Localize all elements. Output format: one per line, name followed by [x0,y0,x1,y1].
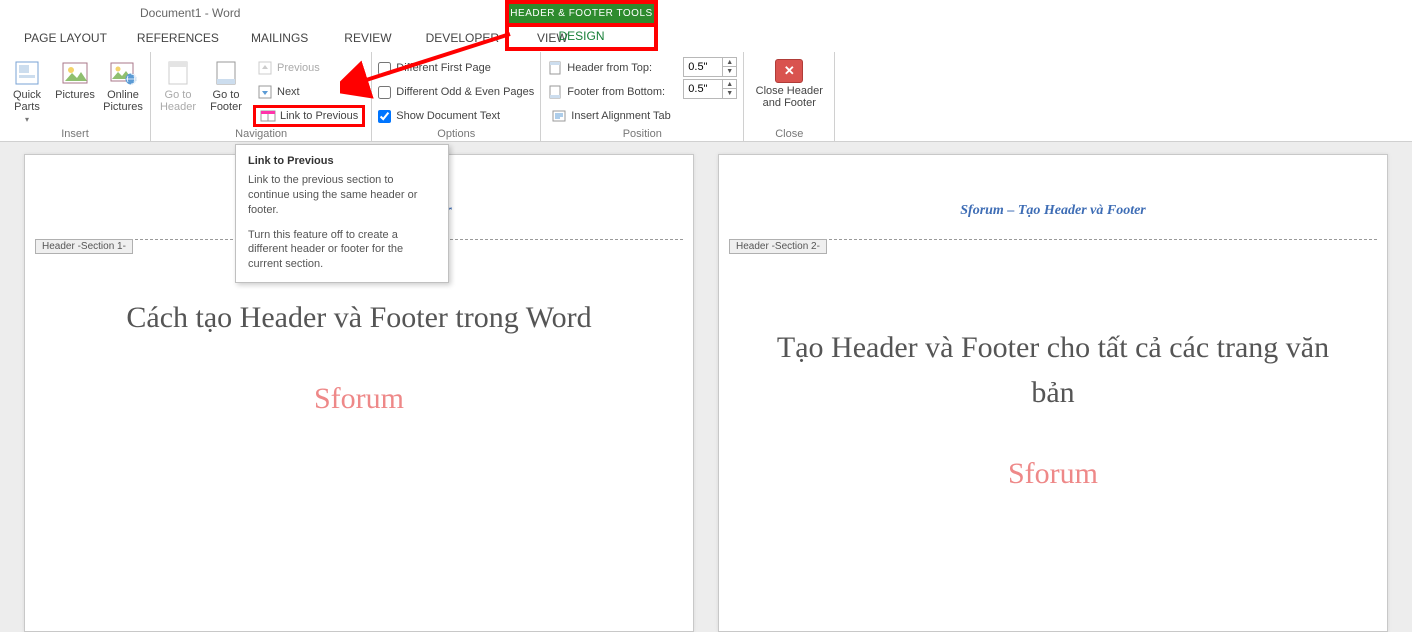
group-close: ✕ Close Header and Footer Close [744,52,835,142]
document-canvas: Sforum – Tạo Header và Footer Header -Se… [0,142,1412,632]
group-position-label: Position [547,128,737,142]
previous-button[interactable]: Previous [253,57,365,79]
close-header-footer-label: Close Header and Footer [754,85,824,109]
header-top-input[interactable] [684,61,722,73]
goto-header-label: Go to Header [157,89,199,113]
quick-parts-icon [13,59,41,87]
dropdown-icon: ▾ [25,115,29,124]
pictures-icon [61,59,89,87]
close-header-footer-button[interactable]: ✕ Close Header and Footer [754,57,824,109]
next-label: Next [277,86,300,98]
tab-mailings[interactable]: MAILINGS [241,25,318,51]
page-1-brand: Sforum [25,382,693,416]
page-2-header[interactable]: Sforum – Tạo Header và Footer [719,203,1387,219]
goto-footer-button[interactable]: Go to Footer [205,57,247,113]
goto-footer-label: Go to Footer [205,89,247,113]
different-odd-even-input[interactable] [378,86,391,99]
different-odd-even-checkbox[interactable]: Different Odd & Even Pages [378,81,534,103]
header-from-top-label: Header from Top: [567,62,652,74]
footer-from-bottom-label: Footer from Bottom: [567,86,665,98]
spinner-down-icon[interactable]: ▼ [723,67,736,76]
tab-page-layout[interactable]: PAGE LAYOUT [14,25,117,51]
link-to-previous-icon [260,108,276,124]
ribbon-tabs: PAGE LAYOUT REFERENCES MAILINGS REVIEW D… [0,24,1412,52]
group-insert-label: Insert [6,128,144,142]
different-first-page-input[interactable] [378,62,391,75]
different-odd-even-label: Different Odd & Even Pages [396,86,534,98]
online-pictures-button[interactable]: Online Pictures [102,57,144,113]
previous-icon [257,60,273,76]
document-title: Document1 - Word [140,6,240,20]
close-icon: ✕ [775,59,803,83]
insert-alignment-tab-label: Insert Alignment Tab [571,110,670,122]
group-position: Header from Top: Footer from Bottom: Ins… [541,52,744,142]
page-2-brand: Sforum [719,457,1387,491]
tab-review[interactable]: REVIEW [334,25,401,51]
previous-label: Previous [277,62,320,74]
link-to-previous-button[interactable]: Link to Previous [253,105,365,127]
group-close-label: Close [750,128,828,142]
tab-design[interactable]: DESIGN [505,23,658,51]
spinner-up-icon[interactable]: ▲ [723,58,736,67]
group-navigation: Go to Header Go to Footer Previous [151,52,372,142]
context-tab-header-footer-tools: HEADER & FOOTER TOOLS [505,0,658,23]
tab-references[interactable]: REFERENCES [127,25,229,51]
page-1-title: Cách tạo Header và Footer trong Word [25,295,693,340]
footer-bottom-input[interactable] [684,83,722,95]
next-icon [257,84,273,100]
group-options: Different First Page Different Odd & Eve… [372,52,541,142]
quick-parts-button[interactable]: Quick Parts ▾ [6,57,48,124]
page-2-title: Tạo Header và Footer cho tất cả các tran… [719,295,1387,415]
page-2-section-tag: Header -Section 2- [729,239,827,254]
pictures-label: Pictures [55,89,95,101]
pictures-button[interactable]: Pictures [54,57,96,101]
footer-bottom-icon [547,84,563,100]
tab-developer[interactable]: DEVELOPER [416,25,509,51]
show-document-text-input[interactable] [378,110,391,123]
show-document-text-checkbox[interactable]: Show Document Text [378,105,534,127]
different-first-page-checkbox[interactable]: Different First Page [378,57,534,79]
header-top-icon [547,60,563,76]
goto-header-icon [164,59,192,87]
tooltip-text-2: Turn this feature off to create a differ… [248,228,436,273]
online-pictures-icon [109,59,137,87]
page-1-section-tag: Header -Section 1- [35,239,133,254]
spinner-up-icon[interactable]: ▲ [723,80,736,89]
header-top-spinner[interactable]: ▲▼ [683,57,737,77]
link-to-previous-label: Link to Previous [280,110,358,122]
ribbon: Quick Parts ▾ Pictures Online Pictures I… [0,52,1412,142]
show-document-text-label: Show Document Text [396,110,500,122]
tooltip-text-1: Link to the previous section to continue… [248,173,436,218]
insert-alignment-tab-button[interactable]: Insert Alignment Tab [547,105,677,127]
spinner-down-icon[interactable]: ▼ [723,89,736,98]
footer-bottom-spinner[interactable]: ▲▼ [683,79,737,99]
group-options-label: Options [378,128,534,142]
tooltip-title: Link to Previous [248,155,436,167]
goto-header-button[interactable]: Go to Header [157,57,199,113]
group-insert: Quick Parts ▾ Pictures Online Pictures I… [0,52,151,142]
quick-parts-label: Quick Parts [6,89,48,113]
group-navigation-label: Navigation [157,128,365,142]
different-first-page-label: Different First Page [396,62,491,74]
online-pictures-label: Online Pictures [102,89,144,113]
goto-footer-icon [212,59,240,87]
next-button[interactable]: Next [253,81,365,103]
link-to-previous-tooltip: Link to Previous Link to the previous se… [235,144,449,283]
alignment-tab-icon [551,108,567,124]
page-2[interactable]: Sforum – Tạo Header và Footer Header -Se… [718,154,1388,632]
